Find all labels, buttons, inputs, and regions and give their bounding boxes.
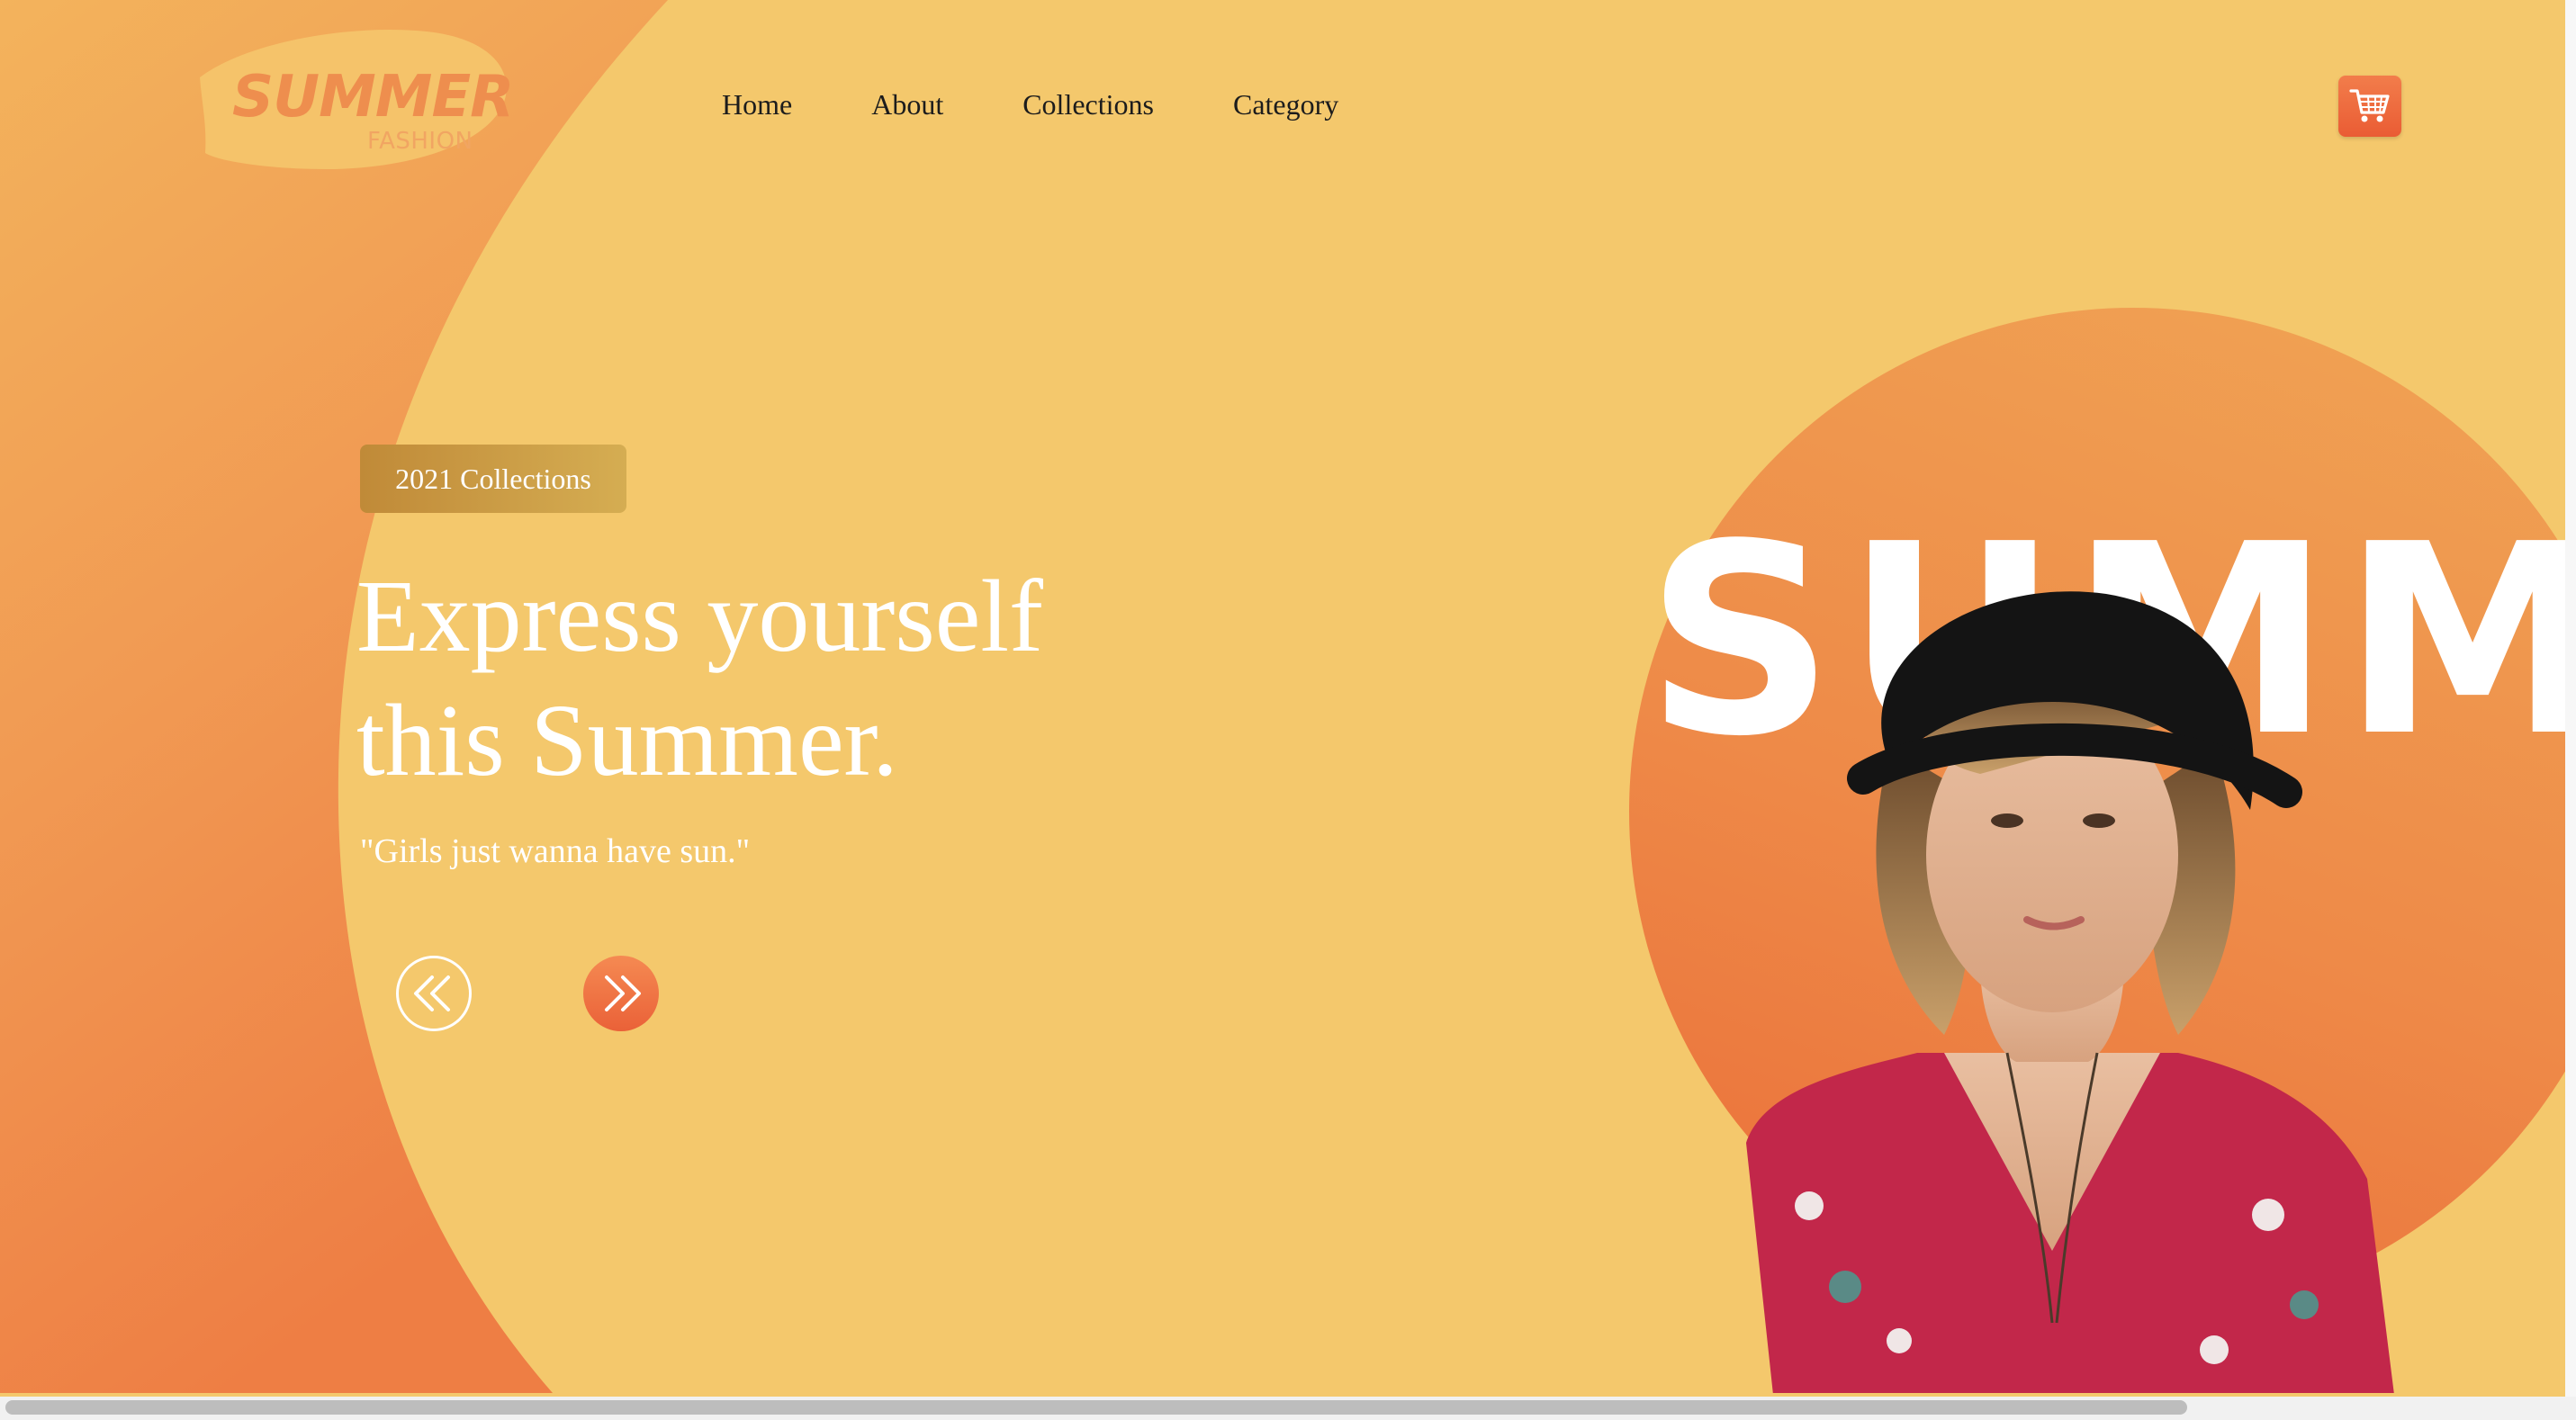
collections-badge[interactable]: 2021 Collections [360,445,626,513]
cart-button[interactable] [2338,76,2401,137]
hero-headline: Express yourself this Summer. [356,554,1166,803]
nav-collections[interactable]: Collections [1022,86,1154,122]
hero-headline-line-1: Express yourself [356,559,1043,673]
nav-category[interactable]: Category [1233,86,1338,122]
model-photo [1746,591,2394,1393]
next-slide-button[interactable] [583,956,659,1031]
page: SUMMER FASHION Home About Collections Ca… [0,0,2565,1393]
horizontal-scrollbar-thumb[interactable] [5,1400,2187,1415]
logo-wordmark: SUMMER [232,64,514,130]
double-chevron-right-icon [605,975,641,1011]
shopping-cart-icon [2349,89,2390,122]
main-nav: Home About Collections Category [722,86,1418,122]
nav-home[interactable]: Home [722,86,792,122]
double-chevron-left-icon [414,975,450,1011]
previous-slide-button[interactable] [396,956,472,1031]
logo-subtitle: FASHION [367,128,473,155]
hero-headline-line-2: this Summer. [356,683,898,797]
nav-about[interactable]: About [871,86,943,122]
hero-quote: "Girls just wanna have sun." [360,832,751,870]
brand-logo[interactable]: SUMMER FASHION [191,25,515,174]
vertical-scrollbar[interactable] [2565,0,2576,1397]
